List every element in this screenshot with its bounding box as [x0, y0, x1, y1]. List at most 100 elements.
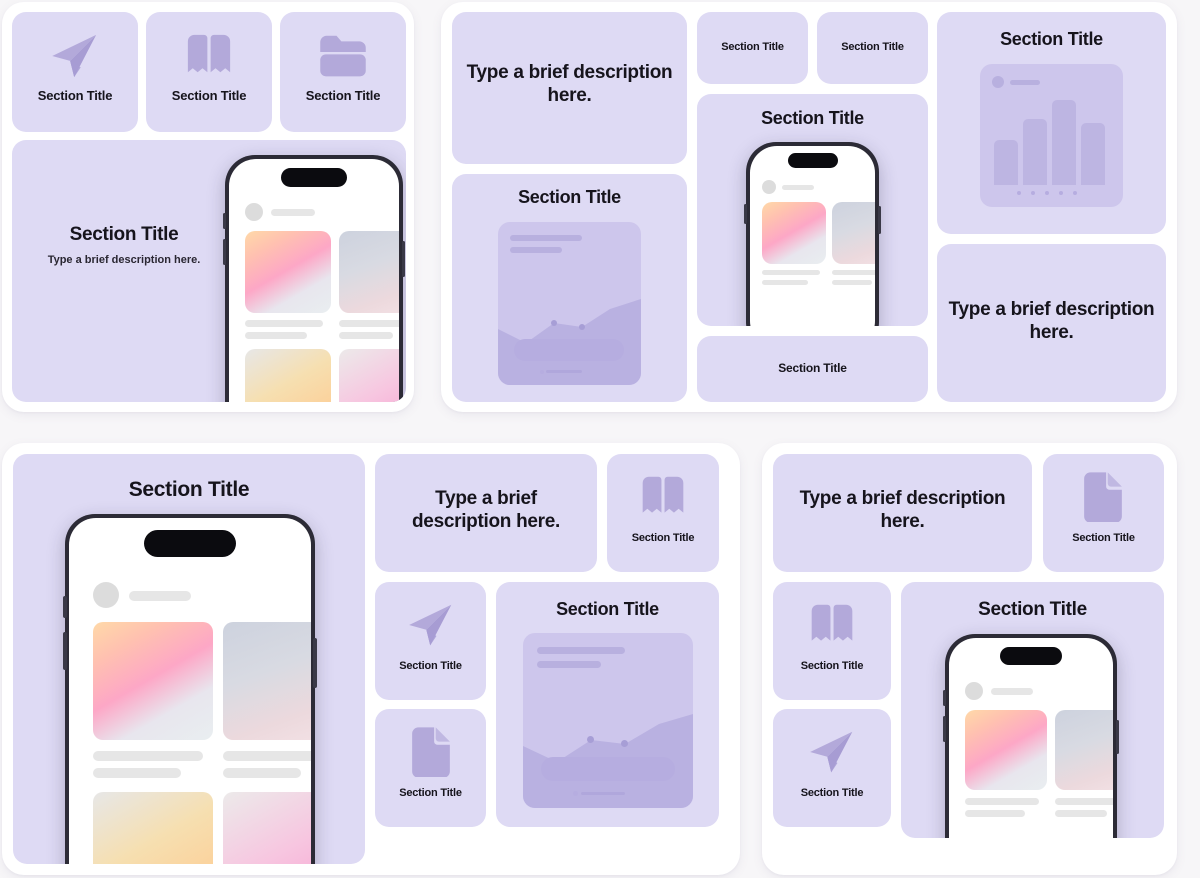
icon-tile-book[interactable]: Section Title: [146, 12, 272, 132]
tile-title: Section Title: [128, 478, 250, 501]
text-placeholder: [1055, 798, 1113, 805]
phone-power-button[interactable]: [402, 241, 405, 277]
phone-mockup[interactable]: [943, 634, 1119, 838]
description-tile[interactable]: Type a brief description here.: [375, 454, 597, 572]
description-tile-2[interactable]: Type a brief description here.: [937, 244, 1166, 402]
icon-tile-book[interactable]: Section Title: [773, 582, 891, 700]
description-tile[interactable]: Type a brief description here.: [773, 454, 1032, 572]
description-tile[interactable]: Type a brief description here.: [452, 12, 687, 164]
description-text: Type a brief description here.: [412, 488, 560, 532]
area-chart-widget: [523, 633, 693, 808]
text-placeholder: [339, 320, 399, 327]
widget-caption: [546, 370, 582, 373]
phone-tile[interactable]: Section Title: [697, 94, 928, 326]
phone-power-button[interactable]: [313, 638, 317, 688]
feed-card[interactable]: [339, 349, 399, 402]
feed-card[interactable]: [245, 231, 331, 313]
hero-description: Type a brief description here.: [47, 254, 201, 266]
feed-card[interactable]: [339, 231, 399, 313]
phone-power-button[interactable]: [1116, 720, 1119, 754]
area-chart-widget: [498, 222, 641, 385]
phone-volume-button[interactable]: [223, 239, 226, 265]
icon-tile-book[interactable]: Section Title: [607, 454, 719, 572]
phone-tile[interactable]: Section Title: [901, 582, 1164, 838]
phone-volume-button[interactable]: [744, 204, 747, 224]
name-placeholder: [782, 185, 814, 190]
top-left-panel[interactable]: Section Title Section Title Section Titl…: [2, 2, 414, 412]
data-point: [579, 324, 585, 330]
tile-label: Section Title: [800, 787, 864, 799]
tile-label: Section Title: [305, 88, 381, 103]
phone-power-button[interactable]: [878, 206, 881, 234]
phone-mockup[interactable]: [63, 514, 317, 864]
phone-volume-button[interactable]: [63, 632, 67, 670]
phone-notch: [144, 530, 236, 557]
phone-mockup[interactable]: [223, 155, 405, 402]
feed-card[interactable]: [762, 202, 826, 264]
tile-label: Section Title: [841, 41, 904, 53]
feed-card[interactable]: [245, 349, 331, 402]
tile-label: Section Title: [631, 532, 695, 544]
widget-line: [537, 661, 601, 668]
bar-chart-widget: [980, 64, 1123, 207]
text-placeholder: [762, 270, 820, 275]
bottom-left-panel[interactable]: Section Title Type a brief description h…: [2, 443, 740, 875]
paper-plane-icon: [49, 30, 101, 82]
paper-plane-icon: [406, 600, 456, 650]
feed-card[interactable]: [93, 622, 213, 740]
bar: [1081, 123, 1105, 185]
chip-tile-2[interactable]: Section Title: [817, 12, 928, 84]
feed-card[interactable]: [223, 622, 311, 740]
avatar: [245, 203, 263, 221]
pagination-dot: [1045, 191, 1049, 195]
phone-notch: [281, 168, 347, 187]
feed-card[interactable]: [965, 710, 1047, 790]
folder-icon: [317, 32, 369, 80]
widget-button[interactable]: [541, 757, 675, 781]
tile-label: Section Title: [171, 88, 247, 103]
footer-chip-tile[interactable]: Section Title: [697, 336, 928, 402]
feed-card[interactable]: [832, 202, 875, 264]
tile-label: Section Title: [778, 361, 847, 375]
icon-tile-folder[interactable]: Section Title: [280, 12, 406, 132]
phone-mockup[interactable]: [744, 142, 881, 326]
phone-side-button[interactable]: [63, 596, 67, 618]
feed-card[interactable]: [223, 792, 311, 864]
tile-title: Section Title: [761, 108, 864, 128]
bar: [1052, 100, 1076, 185]
tile-label: Section Title: [1072, 532, 1135, 544]
top-right-panel[interactable]: Type a brief description here. Section T…: [441, 2, 1177, 412]
data-point: [621, 740, 628, 747]
hero-tile-phone[interactable]: Section Title Type a brief description h…: [12, 140, 406, 402]
area-chart-tile[interactable]: Section Title: [496, 582, 719, 827]
phone-screen: [69, 518, 311, 864]
icon-tile-document[interactable]: Section Title: [375, 709, 486, 827]
text-placeholder: [223, 768, 301, 778]
phone-side-button[interactable]: [943, 690, 946, 706]
text-placeholder: [93, 751, 203, 761]
feed-card[interactable]: [93, 792, 213, 864]
phone-volume-button[interactable]: [943, 716, 946, 742]
icon-tile-paper-plane[interactable]: Section Title: [12, 12, 138, 132]
phone-tile[interactable]: Section Title: [13, 454, 365, 864]
slide-gallery: Section Title Section Title Section Titl…: [0, 0, 1200, 878]
phone-side-button[interactable]: [223, 213, 226, 229]
icon-tile-paper-plane[interactable]: Section Title: [375, 582, 486, 700]
icon-tile-paper-plane[interactable]: Section Title: [773, 709, 891, 827]
phone-screen: [750, 146, 875, 326]
area-chart-tile[interactable]: Section Title: [452, 174, 687, 402]
bottom-right-panel[interactable]: Type a brief description here. Section T…: [762, 443, 1177, 875]
description-text: Type a brief description here.: [799, 488, 1006, 532]
document-icon: [1081, 470, 1125, 522]
chip-tile-1[interactable]: Section Title: [697, 12, 808, 84]
widget-button[interactable]: [514, 339, 624, 361]
hero-title: Section Title: [69, 224, 179, 245]
widget-caption-dot: [573, 791, 578, 796]
widget-caption-dot: [540, 370, 544, 374]
text-placeholder: [245, 320, 323, 327]
icon-tile-document[interactable]: Section Title: [1043, 454, 1164, 572]
text-placeholder: [245, 332, 307, 339]
avatar: [762, 180, 776, 194]
bar-chart-tile[interactable]: Section Title: [937, 12, 1166, 234]
feed-card[interactable]: [1055, 710, 1113, 790]
